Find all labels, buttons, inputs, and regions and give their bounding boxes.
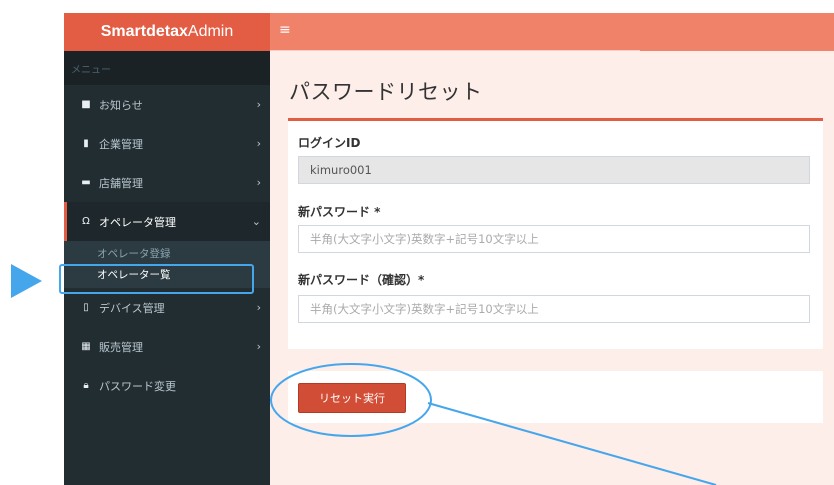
sidebar-item-stores[interactable]: ▬ 店舗管理 › <box>64 163 270 202</box>
headset-icon: Ω <box>82 216 90 227</box>
sidebar-item-companies[interactable]: ▮ 企業管理 › <box>64 124 270 163</box>
hamburger-icon[interactable]: ≡ <box>279 22 291 38</box>
register-icon: ▦ <box>81 341 91 352</box>
sidebar-item-label: オペレータ管理 <box>99 215 176 229</box>
sidebar-item-label: デバイス管理 <box>99 301 165 315</box>
sidebar-item-label: お知らせ <box>99 98 143 112</box>
chevron-right-icon: › <box>256 340 261 353</box>
confirm-password-field[interactable]: 半角(大文字小文字)英数字+記号10文字以上 <box>298 295 810 323</box>
password-reset-form: ログインID kimuro001 新パスワード * 半角(大文字小文字)英数字+… <box>288 118 823 349</box>
new-password-field[interactable]: 半角(大文字小文字)英数字+記号10文字以上 <box>298 225 810 253</box>
sidebar-item-label: 販売管理 <box>99 340 143 354</box>
sidebar-item-password-change[interactable]: 🔒︎ パスワード変更 <box>64 366 270 405</box>
sidebar-menu-header: メニュー <box>64 51 270 85</box>
main-content: パスワードリセット ログインID kimuro001 新パスワード * 半角(大… <box>270 51 834 485</box>
page-title: パスワードリセット <box>289 80 483 104</box>
login-id-field: kimuro001 <box>298 156 810 184</box>
sidebar-item-label: 企業管理 <box>99 137 143 151</box>
sidebar-item-news[interactable]: ■ お知らせ › <box>64 85 270 124</box>
chevron-down-icon: ⌄ <box>251 215 261 228</box>
chevron-right-icon: › <box>256 176 261 189</box>
brand-logo[interactable]: Smartdetax Admin <box>64 13 270 51</box>
annotation-highlight-box <box>59 264 254 294</box>
form-footer: リセット実行 <box>288 371 823 423</box>
sidebar-item-operators[interactable]: Ω オペレータ管理 ⌄ <box>64 202 270 241</box>
chevron-right-icon: › <box>256 137 261 150</box>
chevron-right-icon: › <box>256 98 261 111</box>
sidebar: Smartdetax Admin メニュー ■ お知らせ › ▮ 企業管理 › ▬… <box>64 13 270 485</box>
confirm-password-label: 新パスワード（確認）* <box>298 273 425 287</box>
tablet-icon: ▯ <box>83 302 89 313</box>
chevron-right-icon: › <box>256 301 261 314</box>
top-navbar: ≡ <box>270 13 834 51</box>
sidebar-item-label: 店舗管理 <box>99 176 143 190</box>
comment-icon: ■ <box>81 99 91 110</box>
new-password-label: 新パスワード * <box>298 205 381 219</box>
submenu-item-operator-register[interactable]: オペレータ登録 <box>64 243 270 264</box>
building-icon: ▮ <box>83 138 89 149</box>
sidebar-item-sales[interactable]: ▦ 販売管理 › <box>64 327 270 366</box>
reset-button[interactable]: リセット実行 <box>298 383 406 413</box>
login-id-label: ログインID <box>298 136 361 150</box>
sidebar-item-label: パスワード変更 <box>99 379 176 393</box>
lock-icon: 🔒︎ <box>83 380 89 391</box>
store-icon: ▬ <box>81 177 91 188</box>
annotation-arrow-icon <box>11 264 42 298</box>
